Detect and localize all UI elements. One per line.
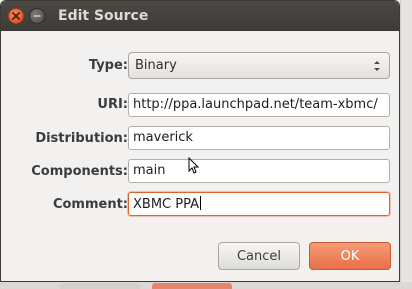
ok-button[interactable]: OK	[309, 242, 391, 270]
type-combobox-value: Binary	[135, 58, 177, 73]
distribution-field[interactable]: maverick	[128, 126, 390, 150]
background-button	[60, 283, 140, 289]
components-field[interactable]: main	[128, 159, 390, 183]
cancel-button[interactable]: Cancel	[218, 242, 300, 270]
background-window-edge	[400, 0, 412, 289]
window-title: Edit Source	[58, 8, 149, 24]
uri-field[interactable]: http://ppa.launchpad.net/team-xbmc/	[128, 93, 390, 117]
comment-field[interactable]: XBMC PPA	[128, 192, 390, 216]
comment-field-text: XBMC PPA	[133, 197, 199, 212]
close-icon	[12, 12, 20, 20]
distribution-label: Distribution:	[35, 131, 128, 146]
components-label: Components:	[31, 164, 128, 179]
type-label: Type:	[88, 58, 128, 73]
text-caret	[200, 196, 201, 210]
minimize-icon	[33, 15, 41, 17]
comment-label: Comment:	[52, 197, 128, 212]
background-button-accent	[152, 283, 232, 289]
close-button[interactable]	[8, 8, 24, 24]
mouse-pointer-icon	[188, 157, 200, 174]
minimize-button[interactable]	[29, 8, 45, 24]
uri-label: URI:	[97, 97, 128, 112]
title-bar: Edit Source	[1, 1, 399, 31]
type-combobox[interactable]: Binary	[128, 52, 390, 79]
up-down-arrows-icon	[373, 60, 381, 72]
